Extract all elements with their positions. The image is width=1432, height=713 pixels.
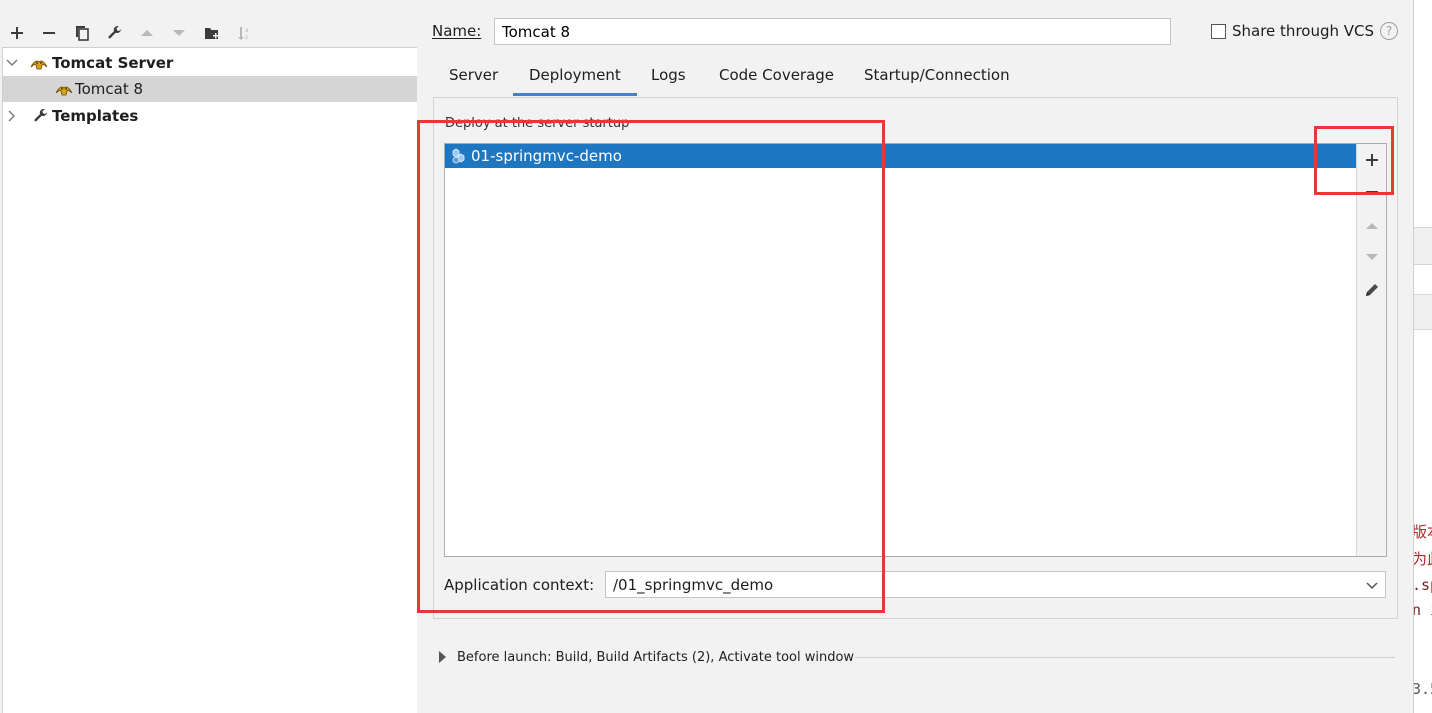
tree-item-templates[interactable]: Templates — [3, 103, 417, 129]
copy-icon[interactable] — [71, 22, 93, 44]
tree-item-tomcat-server[interactable]: Tomcat Server — [3, 50, 417, 76]
name-field[interactable] — [494, 18, 1171, 45]
wrench-icon — [32, 107, 50, 125]
configurations-tree: Tomcat Server Tomcat 8 Templates — [2, 47, 417, 713]
tab-code-coverage[interactable]: Code Coverage — [703, 66, 850, 96]
tree-item-label: Templates — [52, 107, 139, 125]
strip-text: 为此 — [1413, 550, 1432, 568]
move-down-icon[interactable] — [168, 22, 190, 44]
strip-text: .sp — [1414, 576, 1432, 594]
svg-text:a: a — [245, 27, 249, 34]
chevron-down-icon[interactable] — [5, 56, 19, 70]
share-vcs-label[interactable]: Share through VCS — [1232, 22, 1374, 40]
tab-server[interactable]: Server — [433, 66, 514, 96]
name-label: Name: — [432, 22, 482, 40]
configurations-toolbar: az — [0, 14, 417, 48]
chevron-down-icon[interactable] — [1365, 578, 1379, 592]
annotation-box-add-button — [1314, 126, 1394, 195]
tomcat-icon — [55, 80, 73, 98]
svg-text:z: z — [245, 34, 248, 41]
chevron-right-icon[interactable] — [5, 109, 19, 123]
strip-text: 版本 — [1413, 523, 1432, 541]
artifact-list-toolbar — [1356, 144, 1386, 556]
new-folder-icon[interactable] — [201, 22, 223, 44]
configurations-panel: az Tomcat Server Tomcat 8 Templates — [0, 0, 417, 713]
strip-band — [1414, 227, 1432, 265]
help-icon[interactable]: ? — [1380, 22, 1398, 40]
remove-icon[interactable] — [38, 22, 60, 44]
strip-band — [1414, 294, 1432, 330]
tab-logs[interactable]: Logs — [635, 66, 702, 96]
edit-pencil-icon[interactable] — [1361, 279, 1383, 301]
share-vcs-checkbox[interactable] — [1211, 24, 1226, 39]
before-launch-section[interactable]: Before launch: Build, Build Artifacts (2… — [437, 648, 1397, 668]
move-up-icon[interactable] — [1361, 215, 1383, 237]
move-down-icon[interactable] — [1361, 246, 1383, 268]
strip-text: 3.5 — [1414, 680, 1432, 698]
move-up-icon[interactable] — [136, 22, 158, 44]
chevron-right-icon[interactable] — [437, 650, 449, 664]
tree-item-label: Tomcat Server — [52, 54, 174, 72]
tab-deployment[interactable]: Deployment — [513, 66, 637, 96]
tree-item-tomcat-8[interactable]: Tomcat 8 — [3, 76, 417, 102]
add-icon[interactable] — [6, 22, 28, 44]
annotation-box-artifact-list — [417, 120, 885, 613]
wrench-icon[interactable] — [104, 22, 126, 44]
strip-text: n i — [1414, 601, 1432, 619]
sort-icon[interactable]: az — [233, 22, 255, 44]
tomcat-icon — [30, 54, 48, 72]
divider — [855, 657, 1395, 658]
tree-item-label: Tomcat 8 — [75, 80, 144, 98]
tab-startup-connection[interactable]: Startup/Connection — [848, 66, 1026, 96]
before-launch-label: Before launch: Build, Build Artifacts (2… — [457, 650, 855, 665]
background-window-strip: 版本 为此 .sp n i 3.5 — [1413, 0, 1432, 713]
